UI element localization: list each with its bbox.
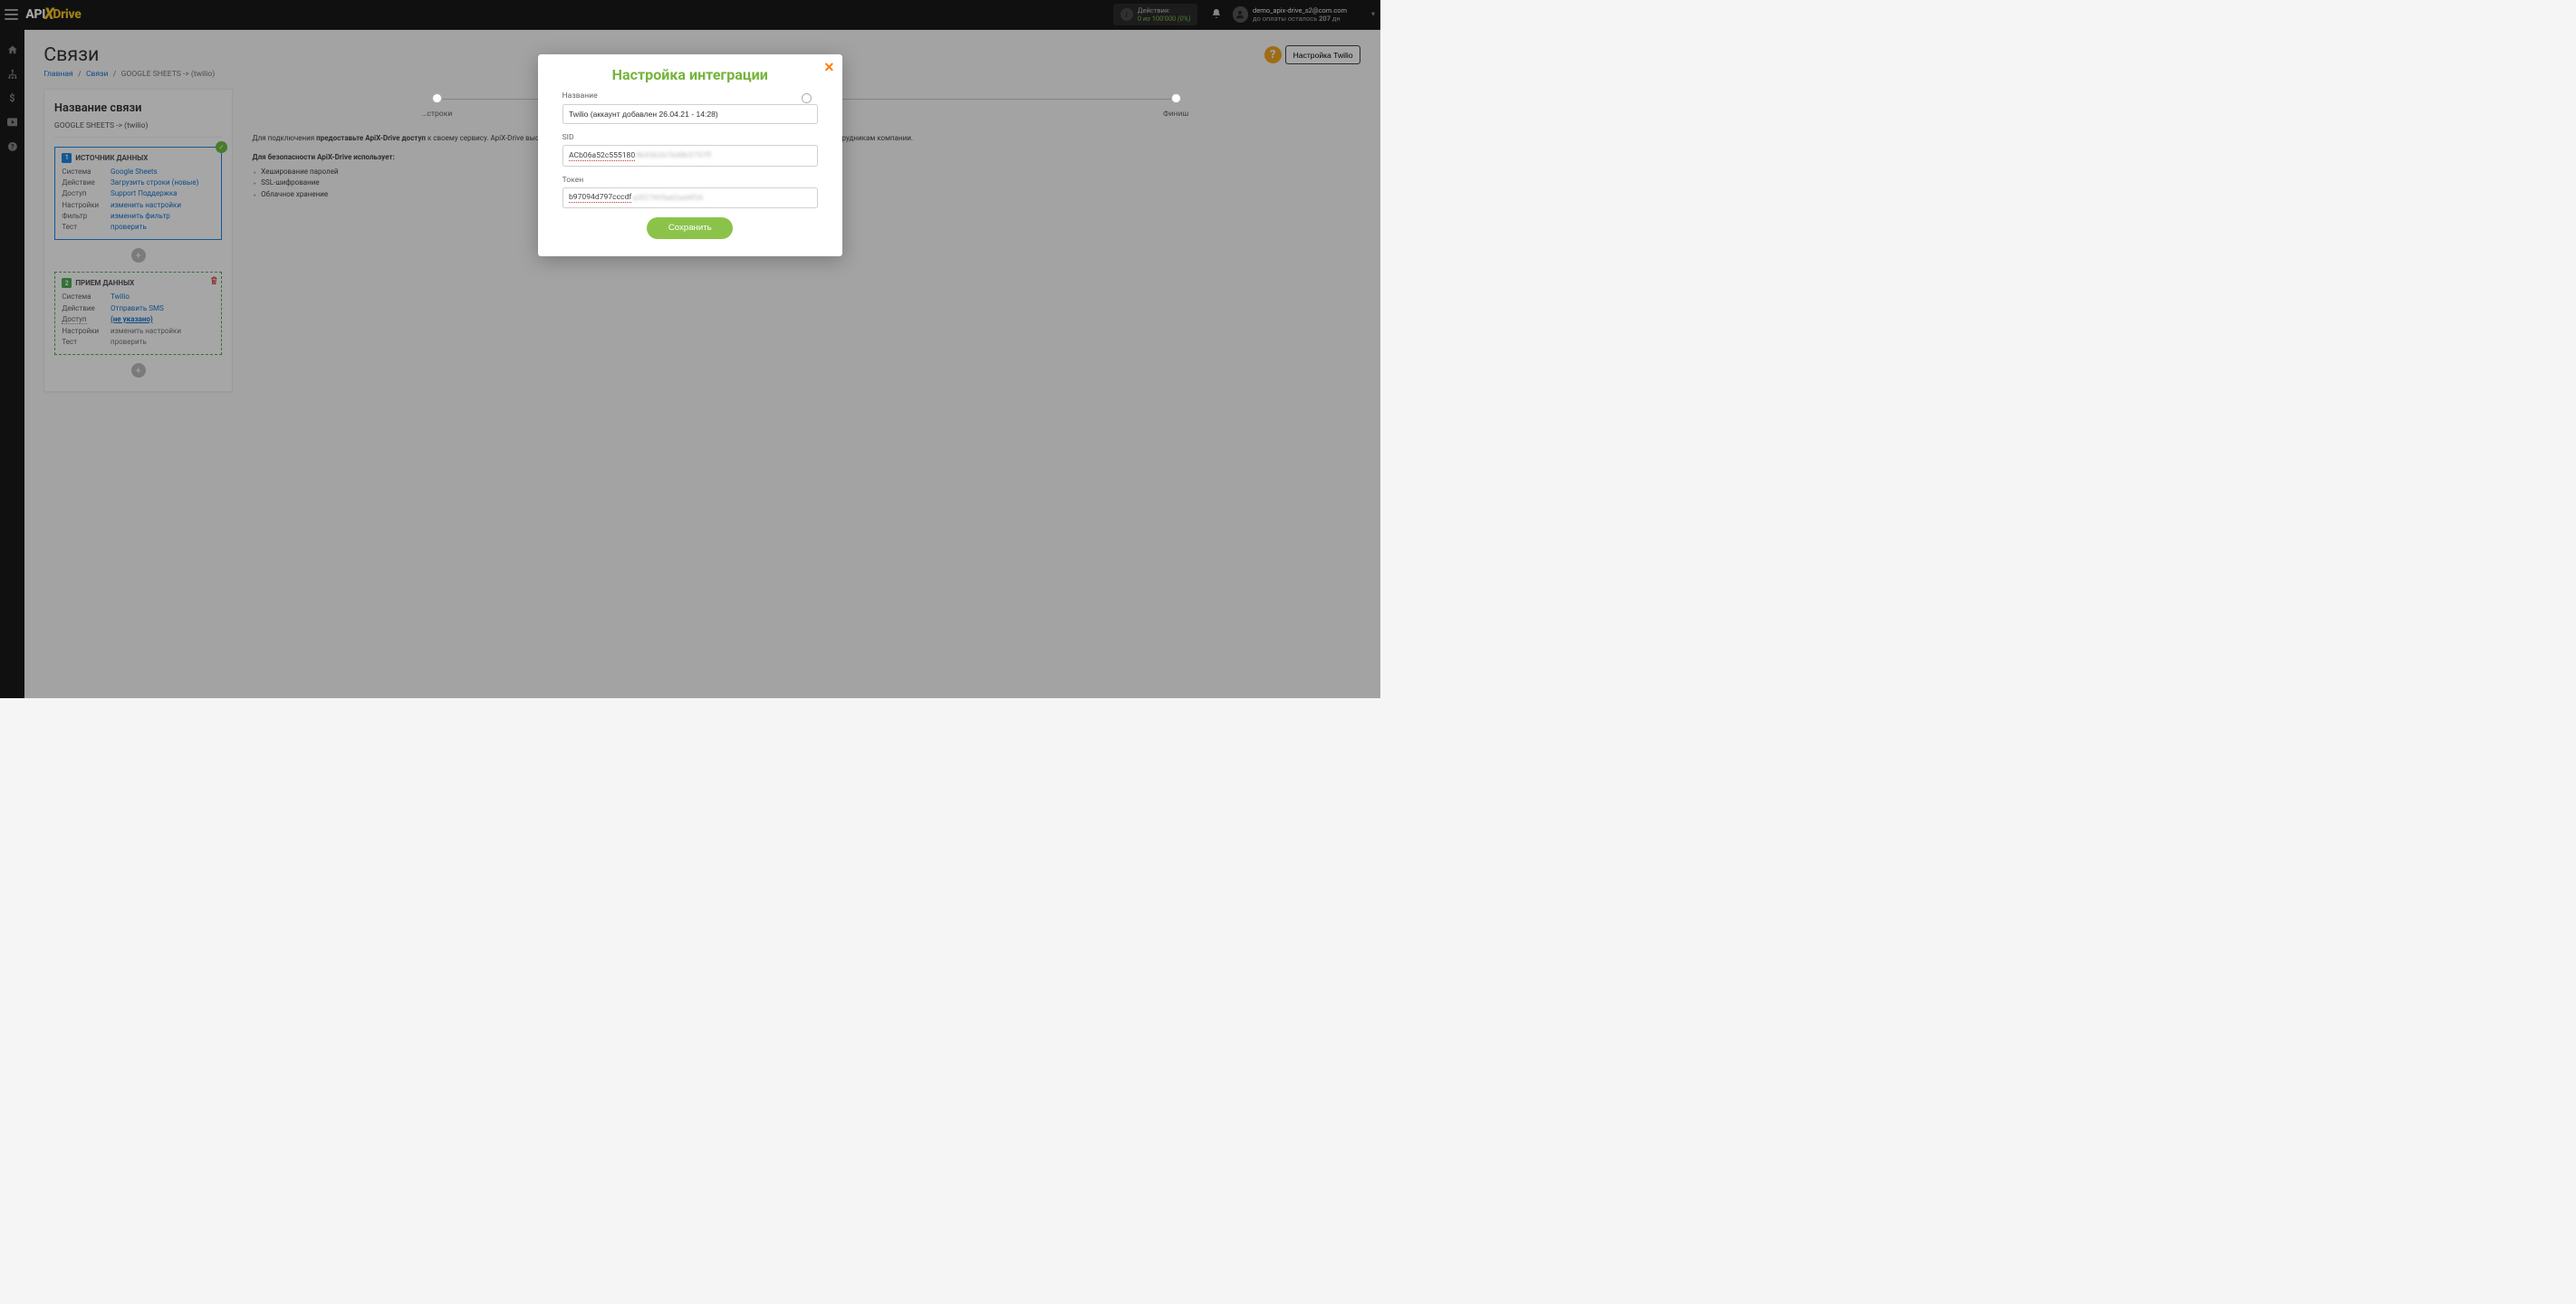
token-blur: a3f27905a62ad4f26 <box>632 194 703 203</box>
save-button[interactable]: Сохранить <box>647 217 733 239</box>
name-label: Название <box>562 91 818 101</box>
integration-modal: ✕ Настройка интеграции Название SID ACb0… <box>538 54 842 256</box>
sid-label: SID <box>562 133 818 142</box>
sid-input[interactable]: ACb06a52c5551808b93b2b7648b5757ff <box>562 145 818 167</box>
token-input[interactable]: b97094d797cccdfa3f27905a62ad4f26 <box>562 187 818 209</box>
name-input[interactable] <box>562 104 818 125</box>
token-visible: b97094d797cccdf <box>569 193 631 203</box>
modal-title: Настройка интеграции <box>553 66 828 83</box>
sid-blur: 8b93b2b7648b5757ff <box>636 151 711 160</box>
token-label: Токен <box>562 176 818 185</box>
close-icon[interactable]: ✕ <box>823 61 834 75</box>
sid-visible: ACb06a52c555180 <box>569 151 635 161</box>
modal-overlay[interactable]: ✕ Настройка интеграции Название SID ACb0… <box>0 0 1380 698</box>
